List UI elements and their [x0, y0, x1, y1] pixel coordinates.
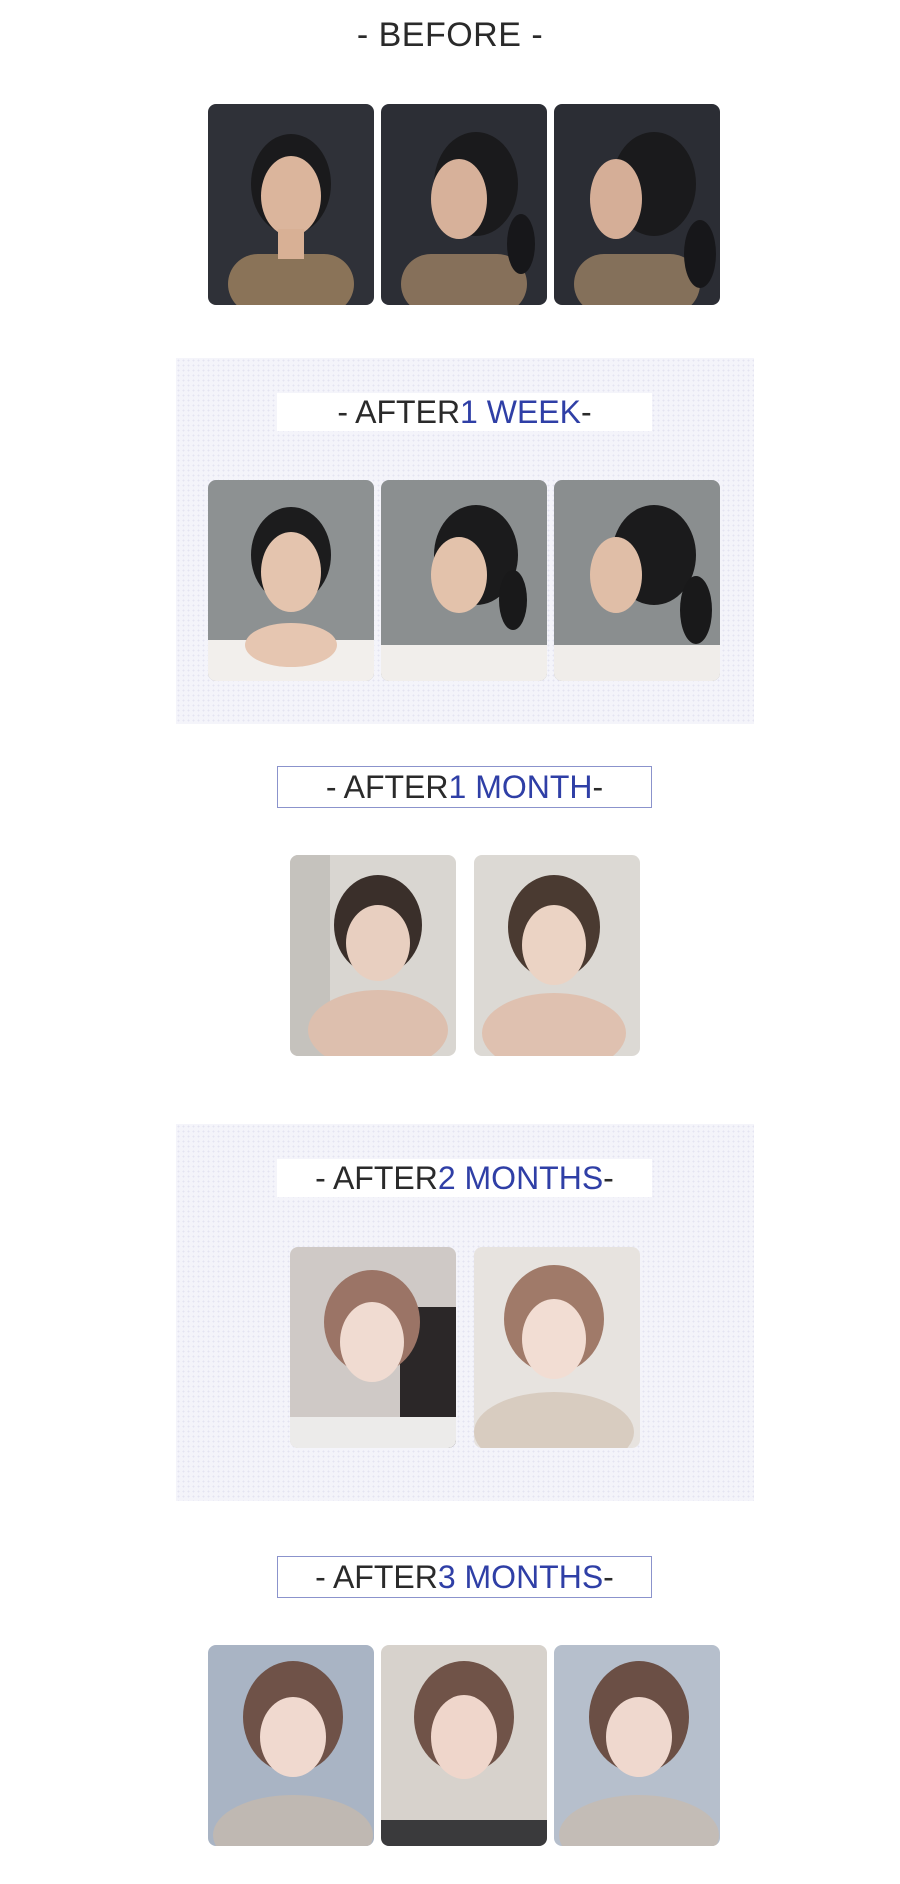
week1-label-suffix: - [580, 393, 592, 430]
month3-photo-left [208, 1645, 374, 1846]
month2-label-suffix: - [603, 1159, 614, 1196]
month3-photo-right [554, 1645, 720, 1846]
month3-label: - AFTER 3 MONTHS - [277, 1556, 652, 1598]
before-photo-front [208, 104, 374, 305]
month2-photo-right [474, 1247, 640, 1448]
month2-label-accent: 2 MONTHS [437, 1159, 604, 1196]
before-title: - BEFORE - [356, 16, 544, 54]
month1-label-prefix: - AFTER [325, 768, 449, 805]
before-photo-profile [554, 104, 720, 305]
month3-label-suffix: - [603, 1558, 614, 1595]
week1-photo-profile [554, 480, 720, 681]
month2-label-prefix: - AFTER [315, 1159, 438, 1196]
week1-label-accent: 1 WEEK [460, 393, 581, 430]
before-photo-three-quarter [381, 104, 547, 305]
week1-label-prefix: - AFTER [337, 393, 461, 430]
week1-photo-front [208, 480, 374, 681]
month1-label-suffix: - [592, 768, 604, 805]
month3-label-accent: 3 MONTHS [437, 1558, 604, 1595]
month1-label: - AFTER 1 MONTH - [277, 766, 652, 808]
month2-label: - AFTER 2 MONTHS - [277, 1159, 652, 1197]
month1-photo-left [290, 855, 456, 1056]
month1-label-accent: 1 MONTH [448, 768, 593, 805]
month1-photo-right [474, 855, 640, 1056]
month3-photo-center [381, 1645, 547, 1846]
month3-label-prefix: - AFTER [315, 1558, 438, 1595]
week1-label: - AFTER 1 WEEK - [277, 393, 652, 431]
month2-photo-left [290, 1247, 456, 1448]
week1-photo-three-quarter [381, 480, 547, 681]
